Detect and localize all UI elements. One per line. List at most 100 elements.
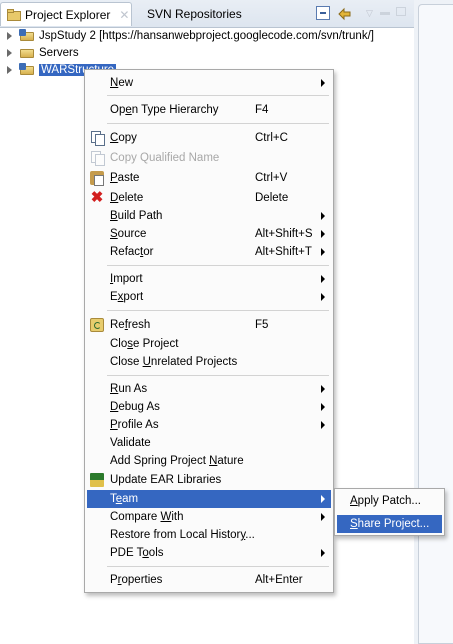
menu-item-label: Run As [110, 383, 148, 395]
tab-label: Project Explorer [25, 7, 111, 22]
submenu-arrow-icon [321, 293, 325, 301]
menu-item-close-project[interactable]: Close Project [87, 335, 331, 353]
menu-item-debug-as[interactable]: Debug As [87, 398, 331, 416]
menu-item-label: Apply Patch... [350, 495, 421, 507]
submenu-arrow-icon [321, 275, 325, 283]
menu-item-add-spring-project-nature[interactable]: Add Spring Project Nature [87, 452, 331, 470]
menu-item-pde-tools[interactable]: PDE Tools [87, 544, 331, 562]
tree-item-jspstudy[interactable]: JspStudy 2 [https://hansanwebproject.goo… [0, 27, 374, 44]
menu-item-refresh[interactable]: Refresh F5 [87, 316, 331, 334]
menu-item-label: Profile As [110, 419, 159, 431]
menu-item-close-unrelated-projects[interactable]: Close Unrelated Projects [87, 353, 331, 371]
menu-item-new[interactable]: New [87, 74, 331, 92]
menu-item-label: Refresh [110, 319, 151, 331]
menu-item-label: Source [110, 228, 147, 240]
menu-item-refactor[interactable]: Refactor Alt+Shift+T [87, 243, 331, 261]
menu-item-delete[interactable]: ✖ Delete Delete [87, 189, 331, 207]
menu-item-run-as[interactable]: Run As [87, 380, 331, 398]
menu-accelerator: Alt+Shift+T [255, 246, 312, 258]
expand-icon[interactable] [7, 48, 12, 57]
menu-item-label: Add Spring Project Nature [110, 455, 244, 467]
maximize-icon[interactable] [396, 7, 406, 16]
menu-item-label: Team [110, 493, 139, 505]
expand-icon[interactable] [7, 31, 12, 40]
context-menu: New Open Type Hierarchy F4 Copy Ctrl+C C… [84, 69, 334, 593]
submenu-arrow-icon [321, 513, 325, 521]
menu-item-copy-qualified-name[interactable]: Copy Qualified Name [87, 149, 331, 167]
close-icon[interactable]: ✕ [119, 8, 129, 22]
project-explorer-icon [7, 8, 21, 21]
menu-separator [107, 566, 329, 567]
menu-item-label: Open Type Hierarchy [110, 104, 219, 116]
menu-accelerator: Alt+Enter [255, 574, 303, 586]
menu-item-properties[interactable]: Properties Alt+Enter [87, 571, 331, 589]
copy-qualified-name-icon [90, 151, 105, 166]
submenu-arrow-icon [321, 495, 325, 503]
menu-item-label: Restore from Local History... [110, 529, 255, 541]
team-submenu: Apply Patch... Share Project... [334, 488, 445, 536]
menu-item-share-project[interactable]: Share Project... [337, 515, 442, 533]
menu-item-label: New [110, 77, 134, 89]
menu-item-paste[interactable]: Paste Ctrl+V [87, 169, 331, 187]
menu-item-label: Close Unrelated Projects [110, 356, 238, 368]
collapse-all-icon[interactable] [316, 6, 330, 20]
submenu-arrow-icon [321, 549, 325, 557]
view-tab-bar: Project Explorer ✕ SVN Repositories ▽ [0, 0, 414, 28]
menu-item-build-path[interactable]: Build Path [87, 207, 331, 225]
folder-icon [19, 46, 35, 59]
minimize-icon[interactable] [380, 12, 390, 15]
menu-accelerator: Ctrl+V [255, 172, 288, 184]
copy-icon [90, 131, 105, 146]
submenu-arrow-icon [321, 230, 325, 238]
menu-item-label: Validate [110, 437, 151, 449]
tree-item-label: Servers [39, 46, 79, 59]
tree-item-label: JspStudy 2 [https://hansanwebproject.goo… [39, 29, 374, 42]
menu-item-label: Export [110, 291, 144, 303]
menu-item-source[interactable]: Source Alt+Shift+S [87, 225, 331, 243]
menu-item-label: Update EAR Libraries [110, 474, 222, 486]
menu-item-apply-patch[interactable]: Apply Patch... [337, 492, 442, 510]
submenu-arrow-icon [321, 79, 325, 87]
menu-item-label: Copy [110, 132, 137, 144]
menu-item-label: Build Path [110, 210, 163, 222]
menu-separator [107, 310, 329, 311]
link-with-editor-icon[interactable] [337, 6, 351, 21]
menu-item-label: Import [110, 273, 143, 285]
tree-item-servers[interactable]: Servers [0, 44, 79, 61]
expand-icon[interactable] [7, 65, 12, 74]
menu-item-label: Share Project... [350, 518, 430, 530]
menu-accelerator: Delete [255, 192, 289, 204]
menu-item-label: Copy Qualified Name [110, 152, 220, 164]
menu-item-import[interactable]: Import [87, 270, 331, 288]
ear-libraries-icon [90, 473, 104, 487]
refresh-icon [90, 318, 104, 332]
java-project-icon [19, 29, 35, 42]
view-menu-icon[interactable]: ▽ [366, 8, 380, 22]
menu-item-team[interactable]: Team [87, 490, 331, 508]
menu-item-label: Close Project [110, 338, 179, 350]
menu-item-label: PDE Tools [110, 547, 164, 559]
delete-icon: ✖ [90, 189, 104, 206]
menu-item-validate[interactable]: Validate [87, 434, 331, 452]
menu-item-label: Delete [110, 192, 144, 204]
menu-item-label: Compare With [110, 511, 184, 523]
menu-item-restore-from-local-history[interactable]: Restore from Local History... [87, 526, 331, 544]
paste-icon [90, 171, 104, 186]
submenu-arrow-icon [321, 385, 325, 393]
submenu-arrow-icon [321, 421, 325, 429]
submenu-arrow-icon [321, 248, 325, 256]
menu-item-label: Debug As [110, 401, 160, 413]
tab-project-explorer[interactable]: Project Explorer ✕ [0, 2, 132, 26]
menu-item-label: Refactor [110, 246, 154, 258]
menu-item-open-type-hierarchy[interactable]: Open Type Hierarchy F4 [87, 101, 331, 119]
tab-svn-repositories[interactable]: SVN Repositories [141, 2, 248, 26]
menu-item-update-ear-libraries[interactable]: Update EAR Libraries [87, 471, 331, 489]
java-project-icon [19, 63, 35, 76]
menu-separator [107, 123, 329, 124]
menu-accelerator: F4 [255, 104, 269, 116]
menu-item-copy[interactable]: Copy Ctrl+C [87, 129, 331, 147]
menu-item-profile-as[interactable]: Profile As [87, 416, 331, 434]
menu-accelerator: F5 [255, 319, 269, 331]
menu-item-compare-with[interactable]: Compare With [87, 508, 331, 526]
menu-item-export[interactable]: Export [87, 288, 331, 306]
